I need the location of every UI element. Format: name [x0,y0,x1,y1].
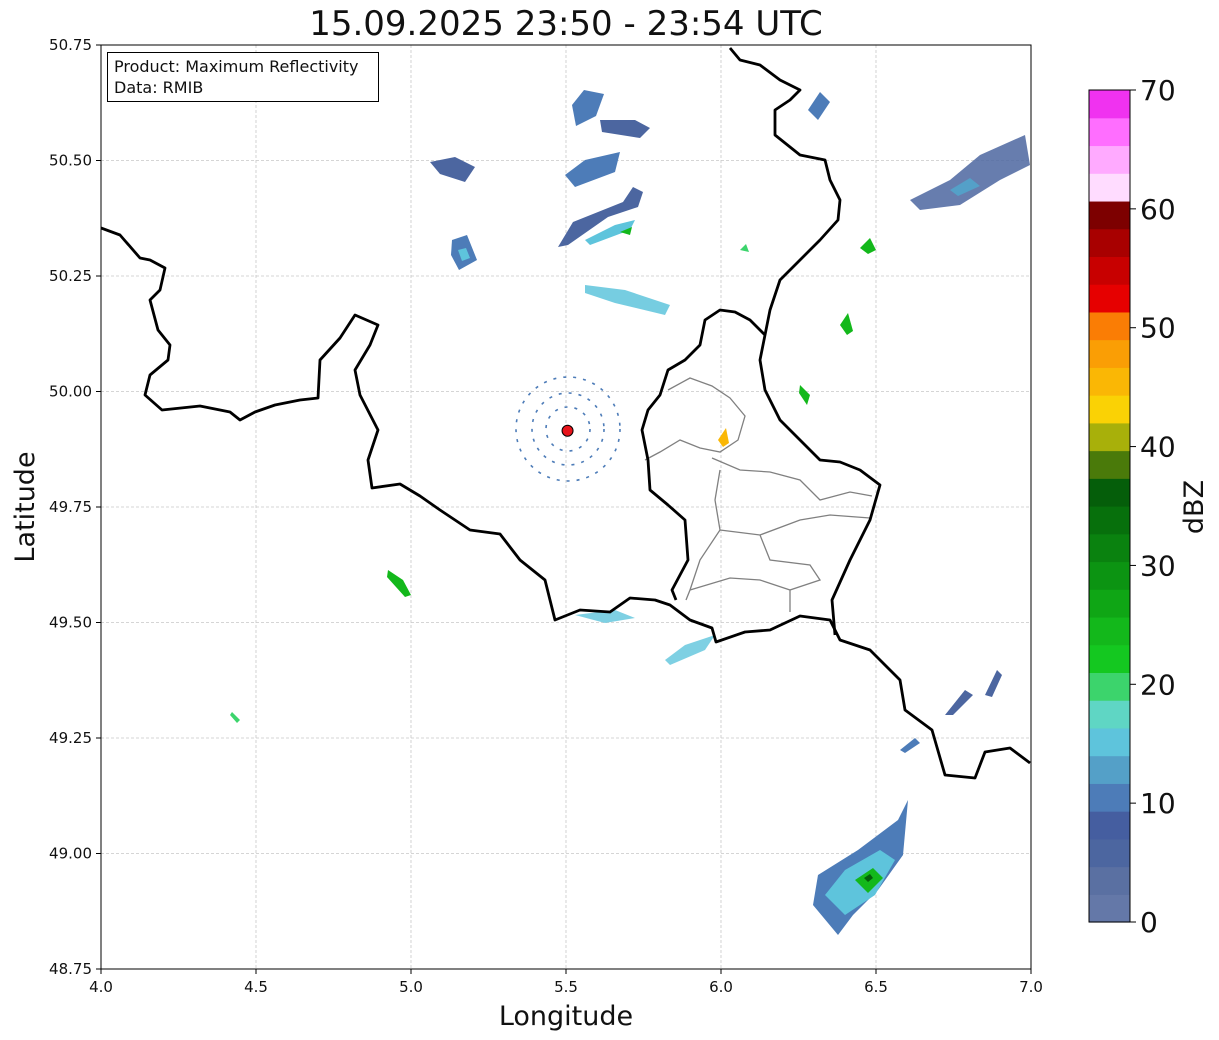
colorbar-segment [1089,727,1130,757]
colorbar-tick-label: 50 [1140,312,1176,345]
colorbar-label: dBZ [1179,480,1210,534]
colorbar-segment [1089,783,1130,812]
colorbar-segment [1089,450,1130,479]
colorbar-tick-label: 60 [1140,193,1176,226]
colorbar-segment [1089,561,1130,590]
y-tick-label: 49.00 [49,845,92,863]
colorbar-segment [1089,256,1130,285]
colorbar-segment [1089,616,1130,646]
colorbar-segment [1089,478,1130,507]
colorbar-segment [1089,589,1130,618]
colorbar-segment [1089,395,1130,424]
data-source-line: Data: RMIB [114,78,204,97]
colorbar-segment [1089,700,1130,729]
colorbar-segment [1089,117,1130,147]
y-axis-label: Latitude [10,451,41,562]
colorbar-segment [1089,339,1130,368]
colorbar-segment [1089,173,1130,202]
colorbar-segment [1089,367,1130,396]
y-tick-label: 50.25 [49,267,92,285]
y-tick-label: 48.75 [49,960,92,978]
y-tick-label: 49.50 [49,614,92,632]
colorbar-segment [1089,506,1130,535]
colorbar-segment [1089,644,1130,673]
colorbar-tick-label: 20 [1140,668,1176,701]
x-tick-label: 7.0 [1019,978,1043,996]
x-tick-label: 6.5 [864,978,888,996]
x-tick-label: 4.0 [89,978,113,996]
colorbar-segment [1089,422,1130,452]
colorbar-segment [1089,755,1130,784]
product-line: Product: Maximum Reflectivity [114,57,359,76]
colorbar-segment [1089,894,1130,923]
colorbar-segment [1089,200,1130,230]
colorbar-segment [1089,228,1130,257]
colorbar-segment [1089,838,1130,868]
x-tick-label: 5.5 [554,978,578,996]
colorbar-tick-label: 10 [1140,787,1176,820]
y-tick-label: 50.75 [49,36,92,54]
colorbar-segment [1089,533,1130,563]
x-tick-label: 5.0 [399,978,423,996]
y-tick-label: 50.50 [49,152,92,170]
colorbar-segment [1089,311,1130,341]
colorbar-segment [1089,90,1130,119]
x-tick-label: 6.0 [709,978,733,996]
y-tick-label: 49.25 [49,729,92,747]
colorbar-ticks: 0 10 20 30 40 50 60 70 [1130,74,1176,939]
colorbar-tick-label: 30 [1140,549,1176,582]
y-axis-ticks: 48.75 49.00 49.25 49.50 49.75 50.00 50.25 50.50… [49,36,101,978]
colorbar-segment [1089,811,1130,840]
radar-site-layer [561,424,574,437]
colorbar-tick-label: 70 [1140,74,1176,107]
colorbar-tick-label: 40 [1140,431,1176,464]
colorbar-segment [1089,145,1130,174]
colorbar-segment [1089,866,1130,895]
product-info-box: Product: Maximum Reflectivity Data: RMIB [107,52,379,102]
colorbar [1089,90,1130,923]
colorbar-tick-label: 0 [1140,906,1158,939]
x-axis-ticks: 4.0 4.5 5.0 5.5 6.0 6.5 7.0 [89,969,1043,996]
radar-map-figure: 4.0 4.5 5.0 5.5 6.0 6.5 7.0 48.75 49.00 49.25 49.… [10,36,1210,1032]
colorbar-segment [1089,672,1130,701]
y-tick-label: 49.75 [49,498,92,516]
radar-site-marker [561,424,574,437]
x-axis-label: Longitude [499,1001,633,1032]
x-tick-label: 4.5 [244,978,268,996]
y-tick-label: 50.00 [49,383,92,401]
colorbar-segment [1089,284,1130,313]
